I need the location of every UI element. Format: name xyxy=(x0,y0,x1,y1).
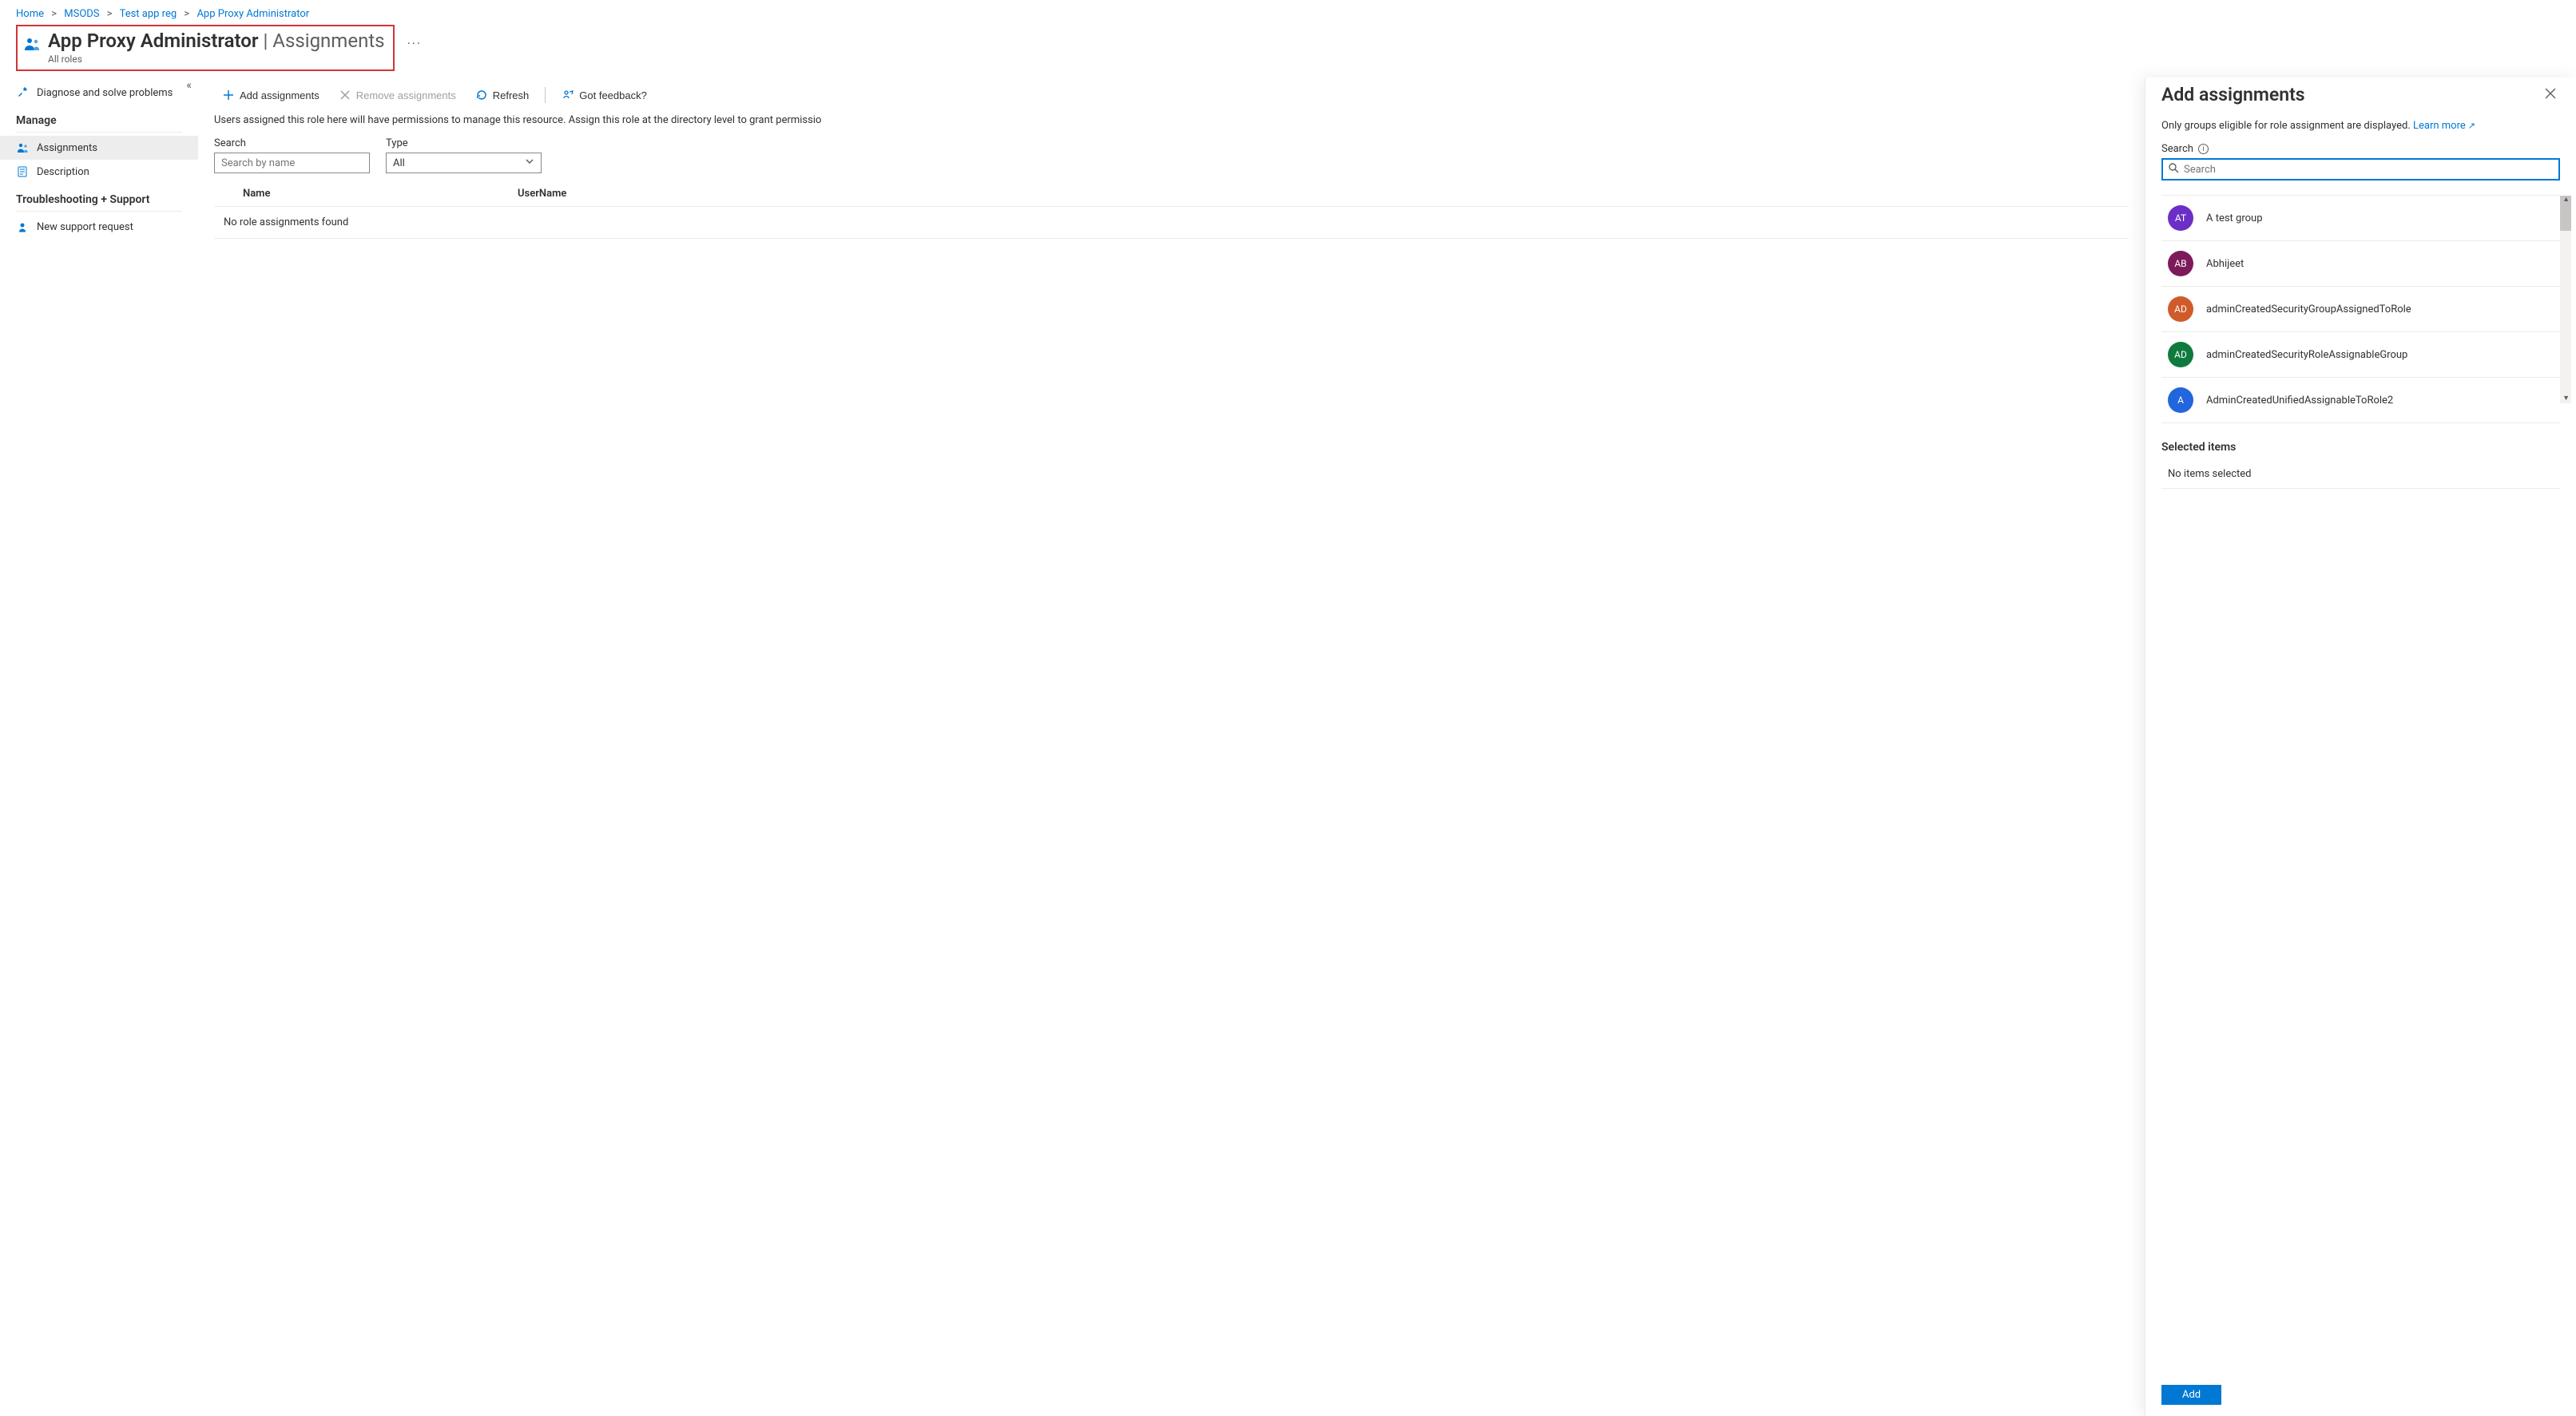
refresh-button[interactable]: Refresh xyxy=(467,85,538,105)
add-button[interactable]: Add xyxy=(2161,1385,2221,1405)
breadcrumb-item-home[interactable]: Home xyxy=(16,8,44,20)
toolbar: Add assignments Remove assignments Refre… xyxy=(214,77,2129,114)
learn-more-label: Learn more xyxy=(2413,120,2466,132)
sidebar-item-label: New support request xyxy=(37,221,133,233)
sidebar-item-label: Assignments xyxy=(37,142,97,154)
close-button[interactable] xyxy=(2541,84,2560,107)
sidebar-section-manage: Manage xyxy=(16,105,182,133)
sidebar-item-diagnose[interactable]: Diagnose and solve problems xyxy=(0,81,198,105)
result-name: adminCreatedSecurityGroupAssignedToRole xyxy=(2206,303,2411,315)
avatar: AD xyxy=(2168,296,2193,322)
external-link-icon: ↗ xyxy=(2468,121,2475,131)
scroll-up-icon[interactable]: ▲ xyxy=(2562,195,2570,204)
table-empty-row: No role assignments found xyxy=(214,207,2129,239)
panel-search-box[interactable] xyxy=(2161,158,2560,180)
panel-search-label: Search i xyxy=(2161,143,2560,155)
table-header: Name UserName xyxy=(214,181,2129,207)
learn-more-link[interactable]: Learn more↗ xyxy=(2413,120,2475,132)
toolbar-separator xyxy=(545,87,546,103)
toolbar-label: Remove assignments xyxy=(356,89,456,101)
people-icon xyxy=(22,34,42,57)
breadcrumb-item-msods[interactable]: MSODS xyxy=(64,8,99,20)
chevron-down-icon xyxy=(525,157,534,169)
chevron-right-icon: > xyxy=(51,8,57,20)
page-title-suffix: Assignments xyxy=(272,30,384,52)
collapse-sidebar-icon[interactable]: « xyxy=(186,79,192,92)
avatar: AT xyxy=(2168,205,2193,231)
type-select[interactable]: All xyxy=(386,153,542,173)
type-value: All xyxy=(393,157,405,169)
panel-info-text: Only groups eligible for role assignment… xyxy=(2161,120,2560,132)
result-name: adminCreatedSecurityRoleAssignableGroup xyxy=(2206,349,2407,361)
page-title: App Proxy Administrator | Assignments xyxy=(48,30,385,52)
toolbar-label: Got feedback? xyxy=(579,89,647,101)
result-name: A test group xyxy=(2206,212,2263,224)
panel-info-label: Only groups eligible for role assignment… xyxy=(2161,120,2411,132)
description-text: Users assigned this role here will have … xyxy=(214,114,2129,126)
sidebar-item-assignments[interactable]: Assignments xyxy=(0,136,198,160)
more-button[interactable]: ··· xyxy=(407,36,423,51)
breadcrumb-item-approle[interactable]: App Proxy Administrator xyxy=(196,8,309,20)
add-assignments-button[interactable]: Add assignments xyxy=(214,85,327,105)
result-item[interactable]: AD adminCreatedSecurityGroupAssignedToRol… xyxy=(2161,287,2560,332)
page-subtitle: All roles xyxy=(48,54,385,65)
sidebar-section-troubleshoot: Troubleshooting + Support xyxy=(16,184,182,212)
panel-search-label-text: Search xyxy=(2161,143,2193,155)
search-icon xyxy=(2168,162,2179,177)
panel-search-input[interactable] xyxy=(2184,164,2554,176)
result-item[interactable]: AD adminCreatedSecurityRoleAssignableGrou… xyxy=(2161,332,2560,378)
remove-assignments-button: Remove assignments xyxy=(331,85,464,105)
avatar: A xyxy=(2168,387,2193,413)
sidebar-item-label: Diagnose and solve problems xyxy=(37,87,173,99)
wrench-icon xyxy=(16,86,29,99)
result-list: AT A test group AB Abhijeet AD adminCreatedSe… xyxy=(2161,195,2560,423)
x-icon xyxy=(339,89,351,101)
result-item[interactable]: AT A test group xyxy=(2161,196,2560,241)
support-icon xyxy=(16,220,29,233)
avatar: AB xyxy=(2168,251,2193,276)
column-name: Name xyxy=(214,188,518,200)
result-name: Abhijeet xyxy=(2206,258,2244,270)
result-item[interactable]: A AdminCreatedUnifiedAssignableToRole2 xyxy=(2161,378,2560,423)
main-content: Add assignments Remove assignments Refre… xyxy=(198,77,2145,1416)
info-icon[interactable]: i xyxy=(2198,144,2209,154)
toolbar-label: Add assignments xyxy=(240,89,320,101)
add-assignments-panel: Add assignments Only groups eligible for… xyxy=(2145,77,2576,1416)
scroll-down-icon[interactable]: ▼ xyxy=(2562,394,2570,403)
toolbar-label: Refresh xyxy=(493,89,530,101)
search-label: Search xyxy=(214,137,370,149)
document-icon xyxy=(16,165,29,178)
sidebar-item-description[interactable]: Description xyxy=(0,160,198,184)
search-input[interactable] xyxy=(214,153,370,173)
close-icon xyxy=(2544,87,2557,103)
plus-icon xyxy=(222,89,235,101)
no-items-selected: No items selected xyxy=(2161,460,2560,489)
selected-items-header: Selected items xyxy=(2161,441,2560,454)
refresh-icon xyxy=(475,89,488,101)
page-title-main: App Proxy Administrator xyxy=(48,30,259,52)
chevron-right-icon: > xyxy=(184,8,189,20)
result-item[interactable]: AB Abhijeet xyxy=(2161,241,2560,287)
column-username: UserName xyxy=(518,188,2129,200)
people-icon xyxy=(16,141,29,154)
chevron-right-icon: > xyxy=(107,8,113,20)
type-label: Type xyxy=(386,137,542,149)
avatar: AD xyxy=(2168,342,2193,367)
feedback-button[interactable]: Got feedback? xyxy=(554,85,655,105)
sidebar: « Diagnose and solve problems Manage Ass… xyxy=(0,77,198,1416)
sidebar-item-new-support[interactable]: New support request xyxy=(0,215,198,239)
feedback-icon xyxy=(562,89,574,101)
panel-title: Add assignments xyxy=(2161,84,2305,105)
page-title-box: App Proxy Administrator | Assignments Al… xyxy=(16,25,395,71)
sidebar-item-label: Description xyxy=(37,166,89,178)
breadcrumb: Home > MSODS > Test app reg > App Proxy … xyxy=(0,0,2576,25)
breadcrumb-item-testappreg[interactable]: Test app reg xyxy=(120,8,177,20)
result-name: AdminCreatedUnifiedAssignableToRole2 xyxy=(2206,395,2393,407)
